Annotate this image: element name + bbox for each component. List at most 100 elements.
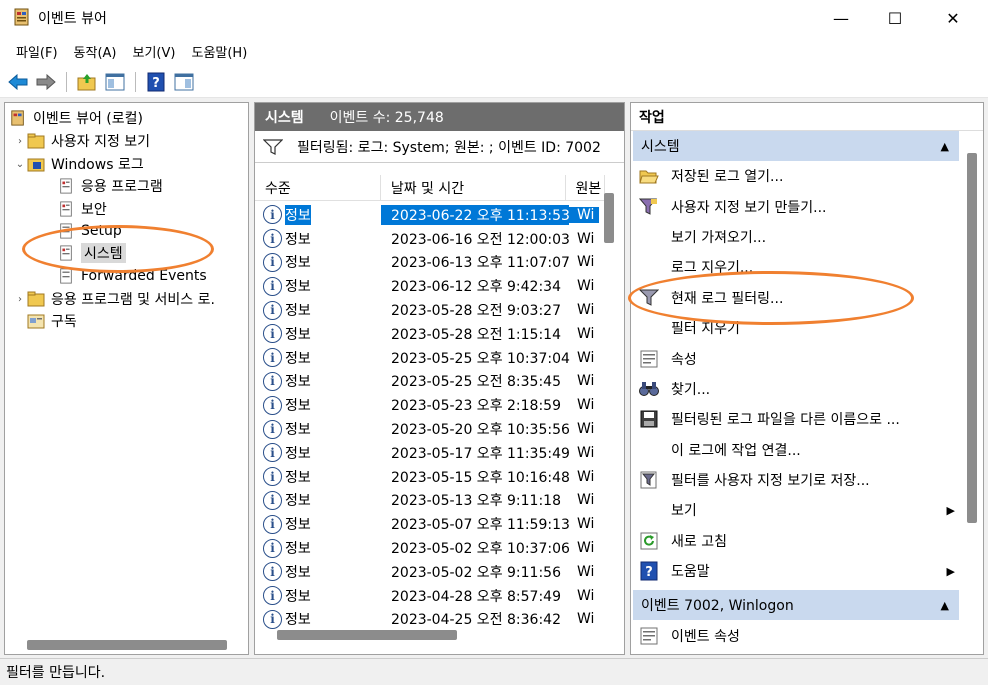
- action-item[interactable]: 필터링된 로그 파일을 다른 이름으로 ...: [631, 404, 959, 434]
- forward-button[interactable]: [34, 70, 58, 94]
- action-item[interactable]: ? 도움말 ▶: [631, 556, 959, 586]
- source-cell: Wi: [577, 254, 595, 271]
- toolbar: ?: [0, 66, 988, 98]
- main-area: 이벤트 뷰어 (로컬) › 사용자 지정 보기 ⌄ Windows 로그 응용 …: [0, 98, 988, 658]
- source-cell: Wi: [577, 516, 595, 533]
- chevron-down-icon[interactable]: ⌄: [13, 159, 27, 170]
- menu-view[interactable]: 보기(V): [125, 38, 184, 64]
- maximize-icon: ☐: [887, 8, 903, 28]
- menu-help[interactable]: 도움말(H): [183, 38, 255, 64]
- back-arrow-icon: [8, 73, 28, 90]
- minimize-button[interactable]: —: [812, 0, 870, 36]
- table-row[interactable]: i 정보 2023-05-20 오후 10:35:56 Wi: [255, 417, 600, 441]
- event-list-horizontal-scrollbar[interactable]: [277, 630, 457, 640]
- table-row[interactable]: i 정보 2023-05-17 오후 11:35:49 Wi: [255, 441, 600, 465]
- tree-horizontal-scrollbar[interactable]: [27, 640, 227, 650]
- action-item[interactable]: 저장된 로그 열기...: [631, 161, 959, 191]
- tree-item-custom-views[interactable]: › 사용자 지정 보기: [13, 130, 150, 152]
- maximize-button[interactable]: ☐: [866, 0, 924, 36]
- datetime-cell: 2023-06-13 오후 11:07:07: [391, 255, 570, 272]
- action-item[interactable]: 보기 ▶: [631, 495, 959, 525]
- actions-vertical-scrollbar[interactable]: [967, 153, 977, 523]
- column-datetime[interactable]: 날짜 및 시간: [381, 175, 566, 200]
- show-hide-action-button[interactable]: [172, 70, 196, 94]
- chevron-right-icon[interactable]: ›: [13, 294, 27, 305]
- tree-item-forwarded-events[interactable]: Forwarded Events: [57, 265, 207, 287]
- info-icon: i: [263, 205, 282, 225]
- menu-file[interactable]: 파일(F): [8, 38, 66, 64]
- table-row[interactable]: i 정보 2023-05-02 오후 9:11:56 Wi: [255, 560, 600, 584]
- tree-item-root[interactable]: 이벤트 뷰어 (로컬): [9, 107, 143, 129]
- level-text: 정보: [285, 255, 311, 272]
- action-pane-icon: [174, 73, 194, 90]
- action-item[interactable]: 새로 고침: [631, 526, 959, 556]
- close-button[interactable]: ✕: [924, 0, 982, 36]
- action-item[interactable]: 이 로그에 작업 연결...: [631, 435, 959, 465]
- action-item[interactable]: 이벤트 속성: [631, 620, 959, 650]
- event-viewer-app-icon: [14, 8, 29, 26]
- table-row[interactable]: i 정보 2023-05-02 오후 10:37:06 Wi: [255, 536, 600, 560]
- column-source[interactable]: 원본: [566, 175, 606, 200]
- table-row[interactable]: i 정보 2023-05-25 오전 8:35:45 Wi: [255, 370, 600, 394]
- action-items: 저장된 로그 열기... 사용자 지정 보기 만들기... 보기 가져오기... 로그…: [631, 161, 983, 586]
- level-text: 정보: [285, 350, 311, 367]
- actions-section-system[interactable]: 시스템 ▲: [633, 131, 959, 161]
- log-icon: [60, 268, 72, 284]
- table-row[interactable]: i 정보 2023-04-28 오후 8:57:49 Wi: [255, 584, 600, 608]
- actions-section-event[interactable]: 이벤트 7002, Winlogon ▲: [633, 590, 959, 621]
- tree-item-security[interactable]: 보안: [57, 198, 107, 220]
- chevron-right-icon[interactable]: ›: [13, 136, 27, 147]
- action-item[interactable]: 필터 지우기: [631, 313, 959, 343]
- datetime-cell: 2023-05-15 오후 10:16:48: [391, 469, 570, 486]
- show-hide-tree-button[interactable]: [103, 70, 127, 94]
- action-item[interactable]: 현재 로그 필터링...: [631, 283, 959, 313]
- level-cell: i 정보: [255, 395, 381, 415]
- tree-item-application[interactable]: 응용 프로그램: [57, 175, 163, 197]
- level-cell: i 정보: [255, 252, 381, 272]
- table-row[interactable]: i 정보 2023-06-12 오후 9:42:34 Wi: [255, 274, 600, 298]
- table-row[interactable]: i 정보 2023-05-25 오후 10:37:04 Wi: [255, 346, 600, 370]
- blank-icon: [639, 318, 659, 338]
- table-row[interactable]: i 정보 2023-06-13 오후 11:07:07 Wi: [255, 251, 600, 275]
- action-item[interactable]: 보기 가져오기...: [631, 222, 959, 252]
- collapse-up-icon[interactable]: ▲: [941, 140, 949, 153]
- back-button[interactable]: [6, 70, 30, 94]
- tree-item-system[interactable]: 시스템: [57, 242, 126, 264]
- up-folder-button[interactable]: [75, 70, 99, 94]
- action-item[interactable]: 찾기...: [631, 374, 959, 404]
- collapse-up-icon[interactable]: ▲: [941, 599, 949, 612]
- table-row[interactable]: i 정보 2023-05-23 오후 2:18:59 Wi: [255, 393, 600, 417]
- action-item[interactable]: 필터를 사용자 지정 보기로 저장...: [631, 465, 959, 495]
- level-cell: i 정보: [255, 348, 381, 368]
- info-icon: i: [263, 538, 282, 558]
- table-row[interactable]: i 정보 2023-05-07 오후 11:59:13 Wi: [255, 512, 600, 536]
- window-title: 이벤트 뷰어: [38, 11, 107, 27]
- level-text: 정보: [285, 612, 311, 629]
- tree-item-windows-logs[interactable]: ⌄ Windows 로그: [13, 153, 144, 175]
- help-button[interactable]: ?: [144, 70, 168, 94]
- source-cell: Wi: [577, 563, 595, 580]
- table-row[interactable]: i 정보 2023-06-22 오후 11:13:53 Wi: [255, 203, 600, 227]
- action-label: 필터 지우기: [671, 321, 740, 338]
- table-row[interactable]: i 정보 2023-04-25 오전 8:36:42 Wi: [255, 608, 600, 632]
- action-label: 필터링된 로그 파일을 다른 이름으로 ...: [671, 412, 900, 429]
- tree-item-setup[interactable]: Setup: [57, 220, 122, 242]
- source-cell: Wi: [577, 325, 595, 342]
- table-row[interactable]: i 정보 2023-05-28 오전 9:03:27 Wi: [255, 298, 600, 322]
- column-level[interactable]: 수준: [255, 175, 381, 200]
- tree-item-subscriptions[interactable]: 구독: [13, 310, 77, 332]
- binoculars-icon: [639, 379, 659, 399]
- table-row[interactable]: i 정보 2023-05-15 오후 10:16:48 Wi: [255, 465, 600, 489]
- table-row[interactable]: i 정보 2023-05-13 오후 9:11:18 Wi: [255, 489, 600, 513]
- event-action-items: 이벤트 속성: [631, 620, 983, 650]
- tree-item-app-service-logs[interactable]: › 응용 프로그램 및 서비스 로.: [13, 288, 215, 310]
- event-viewer-icon: [11, 110, 24, 126]
- table-row[interactable]: i 정보 2023-06-16 오전 12:00:03 Wi: [255, 227, 600, 251]
- action-item[interactable]: 사용자 지정 보기 만들기...: [631, 191, 959, 221]
- event-list-vertical-scrollbar[interactable]: [604, 193, 614, 243]
- datetime-cell: 2023-05-02 오후 9:11:56: [391, 564, 561, 581]
- table-row[interactable]: i 정보 2023-05-28 오전 1:15:14 Wi: [255, 322, 600, 346]
- menu-action[interactable]: 동작(A): [66, 38, 125, 64]
- action-item[interactable]: 로그 지우기...: [631, 252, 959, 282]
- action-item[interactable]: 속성: [631, 343, 959, 373]
